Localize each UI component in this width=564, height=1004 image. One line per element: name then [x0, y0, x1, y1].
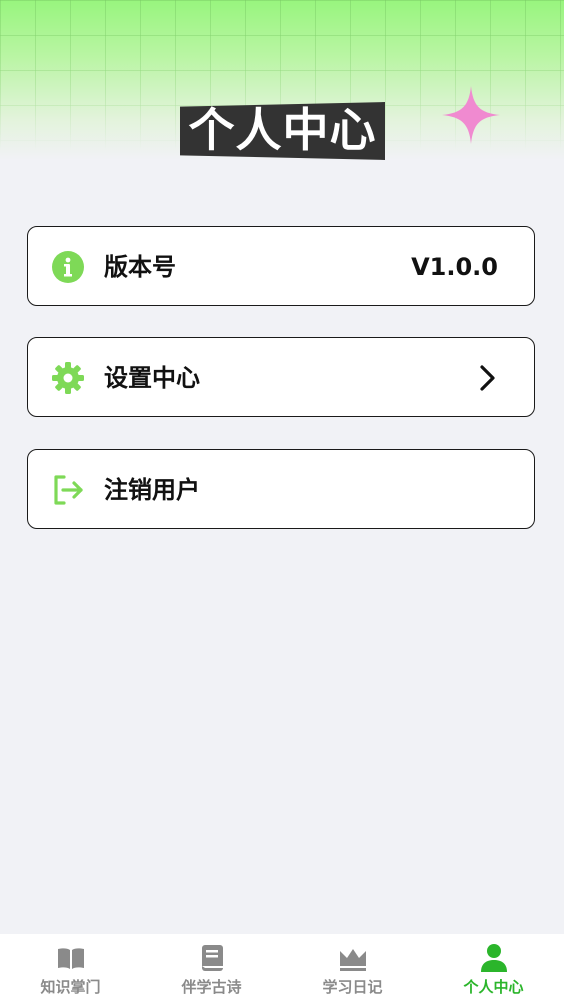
version-value: V1.0.0: [411, 253, 498, 281]
tab-profile[interactable]: 个人中心: [423, 934, 564, 1004]
crown-icon: [339, 949, 366, 971]
person-icon: [480, 944, 507, 972]
gear-icon: [52, 362, 84, 394]
tab-label: 学习日记: [322, 978, 383, 996]
tab-label: 伴学古诗: [181, 978, 242, 996]
tab-label: 知识掌门: [40, 978, 101, 996]
tab-diary[interactable]: 学习日记: [282, 934, 423, 1004]
version-label: 版本号: [104, 253, 176, 281]
bottom-tab-bar: 知识掌门 伴学古诗 学习日记 个人中心: [0, 934, 564, 1004]
info-icon: [52, 251, 84, 283]
book-icon: [201, 945, 223, 971]
chevron-right-icon: [480, 365, 495, 391]
logout-card[interactable]: 注销用户: [27, 449, 535, 529]
book-open-icon: [57, 948, 84, 969]
tab-knowledge[interactable]: 知识掌门: [0, 934, 141, 1004]
tab-poems[interactable]: 伴学古诗: [141, 934, 282, 1004]
sparkle-star-icon: [442, 86, 500, 144]
page-title: 个人中心: [188, 103, 377, 157]
version-card: 版本号 V1.0.0: [27, 226, 535, 306]
settings-card[interactable]: 设置中心: [27, 337, 535, 417]
logout-icon: [54, 475, 83, 505]
logout-label: 注销用户: [104, 476, 200, 504]
settings-label: 设置中心: [104, 364, 200, 392]
tab-label: 个人中心: [463, 978, 524, 996]
